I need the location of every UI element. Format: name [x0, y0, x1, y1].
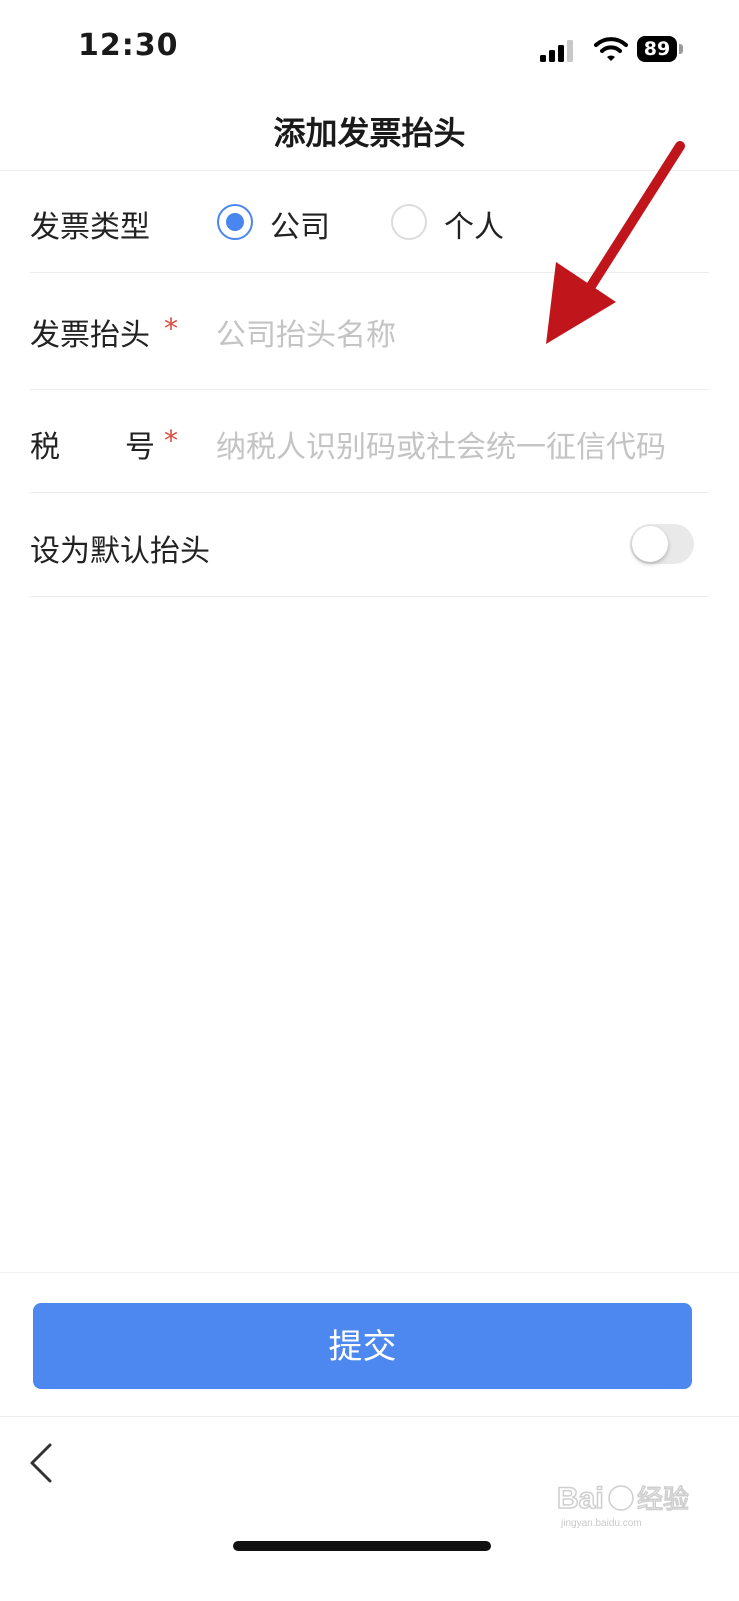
row-divider	[30, 492, 709, 493]
submit-button[interactable]: 提交	[33, 1303, 692, 1389]
svg-text:Bai: Bai	[557, 1482, 604, 1515]
default-title-row: 设为默认抬头	[30, 516, 709, 580]
radio-company[interactable]	[217, 204, 253, 240]
default-title-toggle[interactable]	[630, 524, 694, 564]
tax-number-label-right: 号	[125, 430, 155, 465]
row-divider	[30, 389, 709, 390]
invoice-title-input[interactable]: 公司抬头名称	[216, 310, 396, 354]
invoice-type-row: 发票类型 公司 个人	[30, 190, 709, 254]
tax-number-input[interactable]: 纳税人识别码或社会统一征信代码	[216, 422, 666, 466]
baidu-watermark-logo: Bai 经验 jingyan.baidu.com	[556, 1481, 690, 1529]
invoice-type-label: 发票类型	[30, 210, 150, 245]
home-indicator[interactable]	[233, 1541, 491, 1551]
radio-company-label[interactable]: 公司	[270, 202, 330, 246]
battery-level: 89	[637, 36, 677, 62]
row-divider	[30, 272, 709, 273]
svg-text:经验: 经验	[637, 1484, 689, 1514]
wifi-icon	[594, 37, 628, 61]
invoice-title-row: 发票抬头 * 公司抬头名称	[30, 300, 709, 364]
toggle-knob	[632, 526, 668, 562]
required-mark: *	[164, 312, 178, 345]
status-bar: 12:30 89	[0, 0, 739, 96]
header-divider	[0, 170, 739, 171]
required-mark: *	[164, 424, 178, 457]
status-time: 12:30	[78, 28, 179, 63]
page-title: 添加发票抬头	[273, 114, 466, 152]
svg-text:jingyan.baidu.com: jingyan.baidu.com	[560, 1518, 642, 1529]
radio-personal-label[interactable]: 个人	[444, 202, 504, 246]
battery-icon: 89	[637, 36, 683, 62]
cellular-signal-icon	[540, 40, 573, 62]
row-divider	[30, 596, 709, 597]
back-arrow-icon[interactable]	[26, 1441, 56, 1485]
tax-number-label-left: 税	[30, 430, 60, 465]
invoice-title-label: 发票抬头	[30, 318, 150, 353]
tax-number-row: 税 号 * 纳税人识别码或社会统一征信代码	[30, 412, 709, 476]
default-title-label: 设为默认抬头	[30, 534, 210, 569]
radio-personal[interactable]	[391, 204, 427, 240]
footer: 提交	[0, 1272, 739, 1417]
